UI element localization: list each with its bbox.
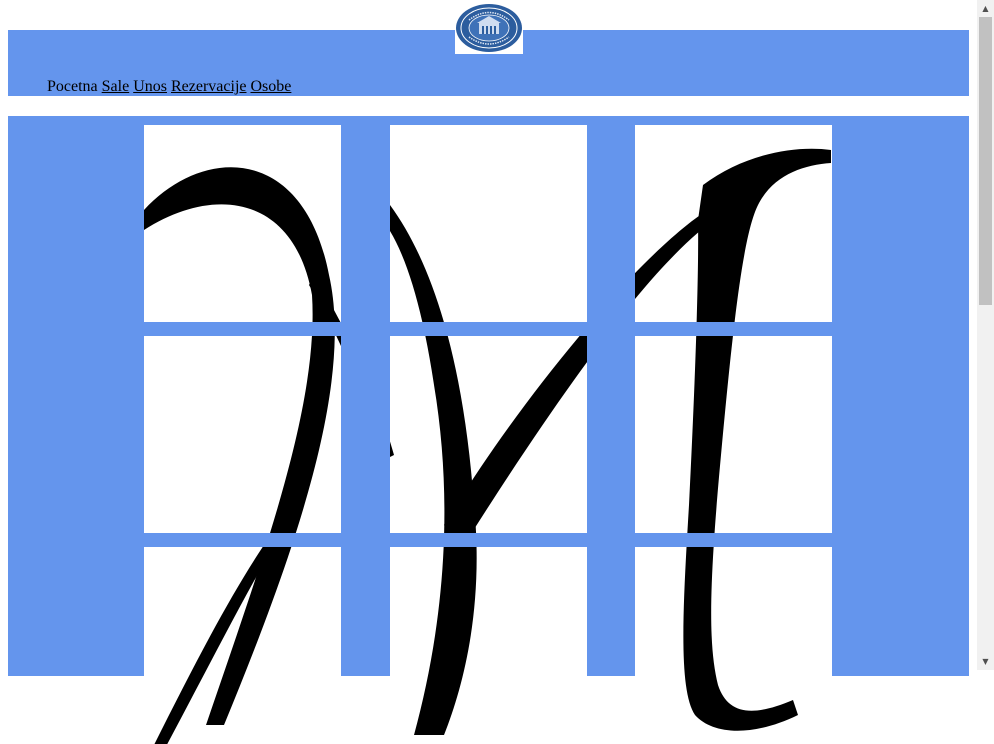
letter-m-fragment-icon [635, 148, 831, 322]
letter-m-fragment-icon [390, 336, 587, 533]
main-nav: Pocetna Sale Unos Rezervacije Osobe [47, 78, 291, 96]
image-tile[interactable] [144, 125, 341, 322]
scroll-down-arrow-icon[interactable]: ▼ [977, 653, 994, 670]
nav-link-unos[interactable]: Unos [133, 78, 167, 95]
image-tile[interactable] [635, 547, 832, 744]
letter-m-fragment-icon [687, 336, 733, 533]
vertical-scrollbar[interactable]: ▲ ▼ [977, 0, 994, 670]
image-tile[interactable] [635, 125, 832, 322]
image-tile[interactable] [390, 125, 587, 322]
letter-m-fragment-icon [390, 205, 444, 322]
nav-link-rezervacije[interactable]: Rezervacije [171, 78, 247, 95]
scroll-up-arrow-icon[interactable]: ▲ [977, 0, 994, 17]
page: Pocetna Sale Unos Rezervacije Osobe [0, 0, 977, 744]
letter-m-fragment-icon [414, 547, 477, 735]
nav-item-pocetna: Pocetna [47, 78, 98, 95]
letter-m-fragment-icon [270, 336, 341, 533]
image-tile[interactable] [390, 547, 587, 744]
image-tile[interactable] [144, 336, 341, 533]
image-tile[interactable] [635, 336, 832, 533]
image-grid [8, 116, 969, 744]
letter-m-fragment-icon [144, 167, 341, 322]
image-tile[interactable] [390, 336, 587, 533]
scroll-thumb[interactable] [979, 17, 992, 305]
nav-link-sale[interactable]: Sale [102, 78, 130, 95]
letter-m-fragment-icon [683, 547, 798, 731]
university-seal-icon[interactable] [455, 3, 523, 54]
image-tile[interactable] [144, 547, 341, 744]
letter-m-fragment-icon [154, 547, 292, 744]
nav-link-osobe[interactable]: Osobe [250, 78, 291, 95]
